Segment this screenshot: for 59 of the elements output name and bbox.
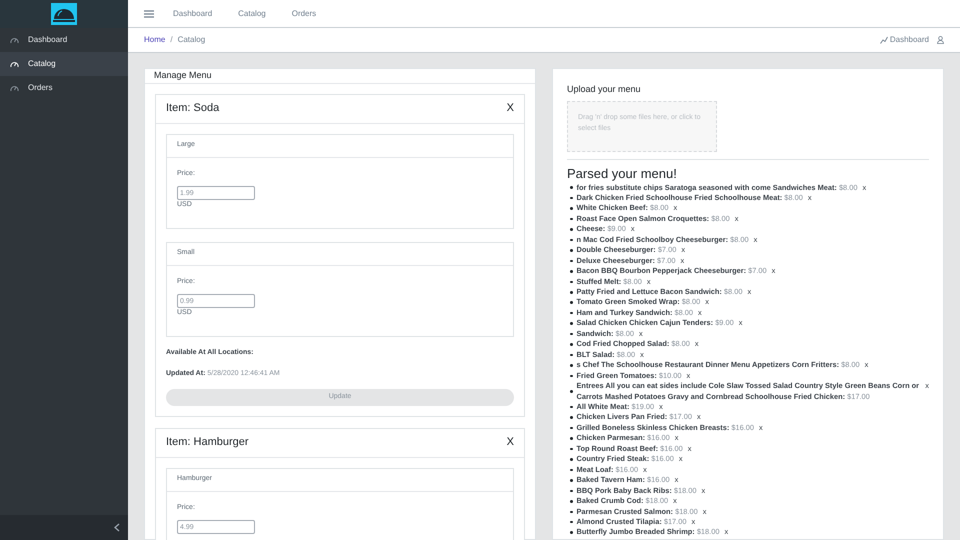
sidebar-item[interactable]: Dashboard — [0, 28, 128, 52]
bullet-icon — [570, 228, 572, 231]
parsed-title: Parsed your menu! — [567, 166, 678, 182]
dashboard-link[interactable]: Dashboard — [880, 34, 929, 46]
bullet-icon — [570, 238, 572, 242]
bullet-icon — [570, 343, 572, 346]
chart-line-icon — [880, 36, 888, 44]
nav-link[interactable]: Dashboard — [173, 8, 212, 20]
bullet-icon — [570, 207, 572, 210]
bullet-icon — [570, 196, 572, 200]
user-icon[interactable] — [937, 36, 944, 44]
bullet-icon — [570, 437, 572, 440]
nav-link[interactable]: Catalog — [238, 8, 266, 20]
gauge-icon — [10, 36, 19, 44]
card-title: Manage Menu — [145, 69, 535, 84]
bullet-icon — [570, 312, 572, 314]
upload-title: Upload your menu — [567, 83, 642, 96]
bullet-icon — [570, 468, 572, 472]
bullet-icon — [570, 218, 572, 220]
nav-link[interactable]: Orders — [292, 8, 316, 20]
gauge-icon — [10, 60, 19, 68]
close-button[interactable]: X — [506, 100, 514, 117]
dashboard-link-label: Dashboard — [890, 34, 929, 46]
bullet-icon — [570, 426, 572, 430]
bullet-icon — [570, 186, 572, 189]
bullet-icon — [570, 406, 572, 408]
bullet-icon — [570, 270, 572, 273]
item-title: Item: Soda — [166, 101, 220, 116]
bullet-icon — [570, 260, 572, 262]
chevron-left-icon — [114, 523, 120, 532]
item-title: Item: Hamburger — [166, 435, 249, 450]
bullet-icon — [570, 448, 572, 450]
bullet-icon — [570, 322, 572, 325]
breadcrumb-current: Catalog — [178, 34, 206, 46]
bullet-icon — [570, 458, 572, 461]
bullet-icon — [570, 479, 572, 482]
bullet-icon — [570, 416, 572, 419]
sidebar-item[interactable]: Orders — [0, 76, 128, 100]
bullet-icon — [570, 291, 572, 294]
bullet-icon — [570, 500, 572, 503]
sidebar-item[interactable]: Catalog — [0, 52, 128, 76]
menu-icon[interactable] — [144, 10, 154, 18]
bullet-icon — [570, 332, 572, 336]
breadcrumb-link[interactable]: Home — [144, 34, 166, 46]
bullet-icon — [570, 490, 572, 492]
bullet-icon — [570, 531, 572, 534]
bullet-icon — [570, 374, 572, 378]
bullet-icon — [570, 301, 572, 304]
close-button[interactable]: X — [506, 434, 514, 451]
bullet-icon — [570, 280, 572, 284]
bullet-icon — [570, 510, 572, 514]
bullet-icon — [570, 364, 572, 367]
gauge-icon — [10, 84, 19, 92]
cloche-logo-icon — [51, 3, 77, 25]
bullet-icon — [570, 249, 572, 252]
breadcrumb-separator: / — [170, 34, 173, 46]
bullet-icon — [570, 390, 572, 393]
bullet-icon — [570, 520, 572, 524]
bullet-icon — [570, 354, 572, 356]
